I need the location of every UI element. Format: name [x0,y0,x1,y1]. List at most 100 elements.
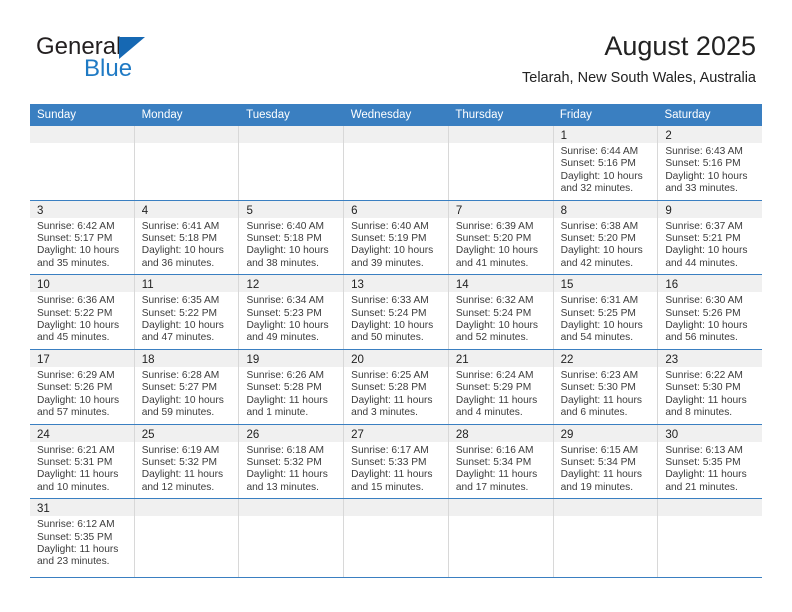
day-cell-empty [344,499,449,578]
day-number-band: 7 [448,200,553,218]
day-detail-line: Daylight: 10 hours [560,245,643,257]
day-detail-line: Sunrise: 6:33 AM [351,295,429,307]
day-detail-line: Daylight: 10 hours [665,170,748,182]
day-detail-line: Sunrise: 6:39 AM [455,220,534,232]
day-details [449,143,553,150]
day-cell-17[interactable]: 17 Sunrise: 6:29 AM Sunset: 5:26 PM Dayligh… [30,349,135,424]
day-detail-line: Sunset: 5:21 PM [665,233,741,245]
day-detail-line: Daylight: 11 hours [455,469,538,481]
day-cell-16[interactable]: 16 Sunrise: 6:30 AM Sunset: 5:26 PM Dayligh… [658,275,763,349]
day-detail-line: Sunrise: 6:40 AM [351,220,429,232]
day-detail-line: Sunset: 5:32 PM [141,456,218,468]
day-cell-6[interactable]: 6 Sunrise: 6:40 AM Sunset: 5:19 PM Daylight… [344,200,449,275]
calendar-weeks: 1 Sunrise: 6:44 AM Sunset: 5:16 PM Daylight… [30,126,763,579]
general-blue-logo[interactable]: General Blue [36,34,216,90]
day-cell-19[interactable]: 19 Sunrise: 6:26 AM Sunset: 5:28 PM Dayligh… [239,349,345,424]
weekday-header-tuesday: Tuesday [246,109,290,121]
day-cell-11[interactable]: 11 Sunrise: 6:35 AM Sunset: 5:22 PM Dayligh… [134,275,240,349]
day-cell-9[interactable]: 9 Sunrise: 6:37 AM Sunset: 5:21 PM Daylight… [658,200,763,275]
day-number-band: 26 [239,424,344,442]
day-cell-7[interactable]: 7 Sunrise: 6:39 AM Sunset: 5:20 PM Daylight… [448,200,554,275]
day-details: Sunrise: 6:37 AM Sunset: 5:21 PM Daylight:… [658,218,762,275]
day-cell-24[interactable]: 24 Sunrise: 6:21 AM Sunset: 5:31 PM Dayligh… [30,424,135,499]
day-cell-10[interactable]: 10 Sunrise: 6:36 AM Sunset: 5:22 PM Dayligh… [30,275,135,349]
day-number: 24 [37,428,50,441]
day-number: 28 [455,428,469,441]
day-number-band: 11 [134,275,239,293]
day-cell-29[interactable]: 29 Sunrise: 6:15 AM Sunset: 5:34 PM Dayligh… [553,424,659,499]
day-cell-30[interactable]: 30 Sunrise: 6:13 AM Sunset: 5:35 PM Dayligh… [658,424,763,499]
day-cell-empty [134,499,240,578]
day-cell-12[interactable]: 12 Sunrise: 6:34 AM Sunset: 5:23 PM Dayligh… [239,275,345,349]
day-number: 16 [665,279,679,292]
day-details: Sunrise: 6:15 AM Sunset: 5:34 PM Daylight:… [554,442,658,499]
day-cell-23[interactable]: 23 Sunrise: 6:22 AM Sunset: 5:30 PM Dayligh… [658,349,763,424]
calendar-page: General Blue August 2025 Telarah, New So… [0,0,792,612]
day-detail-line: Daylight: 10 hours [141,245,224,257]
day-cell-2[interactable]: 2 Sunrise: 6:43 AM Sunset: 5:16 PM Daylight… [658,126,763,200]
day-number-band: 8 [553,200,658,218]
day-cell-14[interactable]: 14 Sunrise: 6:32 AM Sunset: 5:24 PM Dayligh… [448,275,554,349]
day-cell-21[interactable]: 21 Sunrise: 6:24 AM Sunset: 5:29 PM Dayligh… [448,349,554,424]
day-cell-22[interactable]: 22 Sunrise: 6:23 AM Sunset: 5:30 PM Dayligh… [553,349,659,424]
day-cell-1[interactable]: 1 Sunrise: 6:44 AM Sunset: 5:16 PM Daylight… [553,126,659,200]
day-number-band: 16 [658,275,763,293]
day-detail-line: Sunrise: 6:26 AM [246,369,325,381]
day-detail-line: and 19 minutes. [560,481,634,493]
day-number: 25 [141,428,155,441]
day-details: Sunrise: 6:44 AM Sunset: 5:16 PM Daylight:… [554,143,658,200]
day-details: Sunrise: 6:39 AM Sunset: 5:20 PM Daylight:… [449,218,553,275]
day-detail-line: and 41 minutes. [455,257,529,269]
day-detail-line: Sunset: 5:32 PM [246,456,322,468]
day-detail-line: Sunset: 5:33 PM [351,456,427,468]
day-cell-25[interactable]: 25 Sunrise: 6:19 AM Sunset: 5:32 PM Dayligh… [134,424,240,499]
day-number: 23 [665,353,679,366]
day-detail-line: and 10 minutes. [37,481,110,493]
day-detail-line: and 36 minutes. [141,257,215,269]
day-detail-line: and 35 minutes. [37,257,110,269]
day-cell-26[interactable]: 26 Sunrise: 6:18 AM Sunset: 5:32 PM Dayligh… [239,424,345,499]
day-number-band: 25 [134,424,239,442]
day-cell-15[interactable]: 15 Sunrise: 6:31 AM Sunset: 5:25 PM Dayligh… [553,275,659,349]
weekday-header-row: Sunday Monday Tuesday Wednesday Thursday Frid… [30,104,762,126]
day-cell-20[interactable]: 20 Sunrise: 6:25 AM Sunset: 5:28 PM Dayligh… [344,349,449,424]
day-detail-line: Sunrise: 6:21 AM [37,444,115,456]
day-detail-line: Daylight: 10 hours [351,245,434,257]
day-details [344,516,448,523]
day-details [30,143,134,150]
day-detail-line: Daylight: 11 hours [37,469,119,481]
day-detail-line: Sunset: 5:30 PM [665,382,741,394]
day-detail-line: Sunset: 5:31 PM [37,456,113,468]
day-detail-line: Sunset: 5:35 PM [665,456,741,468]
day-number: 31 [37,503,50,516]
day-cell-18[interactable]: 18 Sunrise: 6:28 AM Sunset: 5:27 PM Dayligh… [134,349,240,424]
day-number-band: 4 [134,200,239,218]
page-subtitle: Telarah, New South Wales, Australia [522,70,756,86]
day-detail-line: Daylight: 10 hours [37,394,120,406]
day-detail-line: Sunrise: 6:15 AM [560,444,639,456]
day-cell-empty [344,126,449,200]
day-cell-28[interactable]: 28 Sunrise: 6:16 AM Sunset: 5:34 PM Dayligh… [448,424,554,499]
day-number-band: 19 [239,349,344,367]
day-cell-5[interactable]: 5 Sunrise: 6:40 AM Sunset: 5:18 PM Daylight… [239,200,345,275]
day-cell-8[interactable]: 8 Sunrise: 6:38 AM Sunset: 5:20 PM Daylight… [553,200,659,275]
calendar-week-row: 24 Sunrise: 6:21 AM Sunset: 5:31 PM Dayligh… [30,424,763,500]
day-cell-4[interactable]: 4 Sunrise: 6:41 AM Sunset: 5:18 PM Daylight… [134,200,240,275]
day-detail-line: Sunset: 5:20 PM [560,233,636,245]
day-number: 15 [560,279,574,292]
day-number-band [658,499,763,517]
day-cell-13[interactable]: 13 Sunrise: 6:33 AM Sunset: 5:24 PM Dayligh… [344,275,449,349]
day-detail-line: and 1 minute. [246,407,309,419]
day-number-band [448,499,553,517]
day-detail-line: Sunset: 5:16 PM [560,158,636,170]
day-detail-line: and 21 minutes. [665,481,738,493]
day-number-band: 30 [658,424,763,442]
day-number: 19 [246,353,260,366]
day-detail-line: Sunset: 5:26 PM [665,307,741,319]
day-cell-3[interactable]: 3 Sunrise: 6:42 AM Sunset: 5:17 PM Daylight… [30,200,135,275]
day-cell-31[interactable]: 31 Sunrise: 6:12 AM Sunset: 5:35 PM Dayligh… [30,499,135,578]
day-details: Sunrise: 6:38 AM Sunset: 5:20 PM Daylight:… [554,218,658,275]
day-cell-27[interactable]: 27 Sunrise: 6:17 AM Sunset: 5:33 PM Dayligh… [344,424,449,499]
day-detail-line: and 45 minutes. [37,332,110,344]
day-number-band: 13 [344,275,448,293]
